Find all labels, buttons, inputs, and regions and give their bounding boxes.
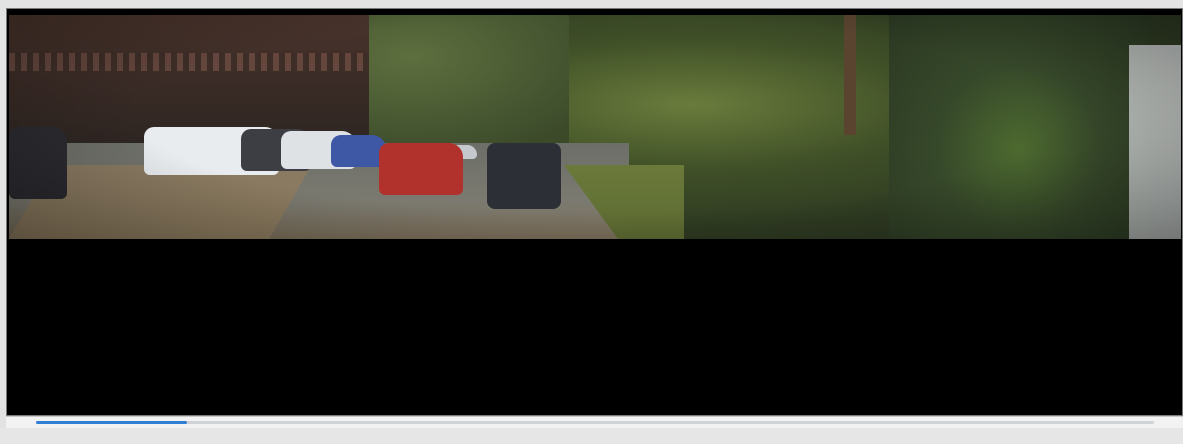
window-bottom-strip: [0, 428, 1183, 444]
video-player[interactable]: [6, 8, 1183, 416]
scene-vignette: [9, 15, 1181, 239]
video-controls-bar: [6, 416, 1183, 428]
seek-bar-progress: [36, 421, 187, 424]
seek-bar[interactable]: [36, 421, 1154, 424]
video-player-window: [0, 0, 1183, 444]
dashcam-video-frame[interactable]: [9, 15, 1181, 239]
